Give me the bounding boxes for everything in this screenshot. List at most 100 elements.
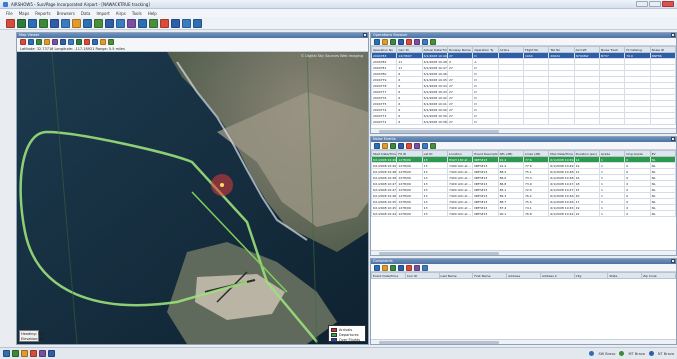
menu-file[interactable]: File [6, 11, 13, 16]
complaints-columns-icon[interactable] [414, 264, 420, 271]
table-cell [522, 118, 550, 125]
complaints-refresh-icon[interactable] [374, 264, 380, 271]
toolbar-button-icon[interactable] [6, 18, 15, 28]
grid-refresh-icon[interactable] [374, 38, 380, 45]
status-alert-icon[interactable] [30, 350, 37, 357]
complaints-export-icon[interactable] [390, 264, 396, 271]
measure-icon[interactable] [44, 39, 50, 45]
table-row[interactable]: 6/1/2008 10:44:471278/09137400 LOC at ..… [371, 210, 676, 217]
toolbar-button-icon[interactable] [171, 18, 180, 28]
arrivals-swatch [331, 327, 337, 332]
complaints_panel-column-header[interactable]: Address 2 [539, 272, 575, 279]
map-canvas[interactable]: © Digital Sky Sources Web Imaging Headin… [17, 52, 368, 344]
menu-import[interactable]: Import [96, 11, 109, 16]
toolbar-button-icon[interactable] [17, 18, 26, 28]
complaints-panel-close-button[interactable] [671, 259, 675, 263]
complaints-filter-icon[interactable] [382, 264, 388, 271]
operations-scroll-thumb[interactable] [379, 130, 499, 133]
noise-scroll-thumb[interactable] [379, 252, 499, 255]
noise-filter-icon[interactable] [382, 142, 388, 149]
menu-data[interactable]: Data [81, 11, 91, 16]
play-icon[interactable] [92, 39, 98, 45]
toolbar-button-icon[interactable] [149, 18, 158, 28]
map-toolbar [17, 38, 368, 46]
noise-chart-icon[interactable] [430, 142, 436, 149]
complaints_panel-column-header[interactable]: Zip Code [641, 272, 676, 279]
toolbar-button-icon[interactable] [127, 18, 136, 28]
toolbar-button-icon[interactable] [72, 18, 81, 28]
pause-icon[interactable] [100, 39, 106, 45]
menu-help[interactable]: Help [148, 11, 157, 16]
table-row[interactable]: 200477266/1/2008 10:38:3827D [371, 118, 676, 125]
status-noise-icon[interactable] [21, 350, 28, 357]
toolbar-button-icon[interactable] [50, 18, 59, 28]
toolbar-button-icon[interactable] [160, 18, 169, 28]
close-button[interactable] [662, 1, 674, 7]
status-bar: SW Bravo MT Bravo NT Bravo [0, 347, 677, 359]
noise-scrollbar[interactable] [371, 250, 676, 255]
toolbar-button-icon[interactable] [193, 18, 202, 28]
complaints_panel-column-header[interactable]: Last Name [438, 272, 474, 279]
status-track-icon[interactable] [12, 350, 19, 357]
status-settings-icon[interactable] [39, 350, 46, 357]
noise-refresh-icon[interactable] [374, 142, 380, 149]
operations-scrollbar[interactable] [371, 128, 676, 133]
menu-airps[interactable]: Airps [116, 11, 126, 16]
refresh-icon[interactable] [76, 39, 82, 45]
complaints_panel-column-header[interactable]: Address [506, 272, 541, 279]
toolbar-button-icon[interactable] [61, 18, 70, 28]
grid-print-icon[interactable] [398, 38, 404, 45]
complaints-scroll-thumb[interactable] [379, 341, 499, 344]
complaints_panel-column-header[interactable]: State [607, 272, 643, 279]
noise-columns-icon[interactable] [414, 142, 420, 149]
complaints_panel-column-header[interactable]: Event Date/Time [371, 272, 406, 279]
forward-icon[interactable] [108, 39, 114, 45]
maximize-button[interactable] [649, 1, 661, 7]
select-icon[interactable] [52, 39, 58, 45]
grid-filter-icon[interactable] [382, 38, 388, 45]
toolbar-button-icon[interactable] [116, 18, 125, 28]
toolbar-button-icon[interactable] [182, 18, 191, 28]
map-panel-close-button[interactable] [363, 33, 367, 37]
toolbar-button-icon[interactable] [39, 18, 48, 28]
complaints_panel-column-header[interactable]: City [573, 272, 609, 279]
record-icon[interactable] [84, 39, 90, 45]
minimize-button[interactable] [636, 1, 648, 7]
complaints-map-icon[interactable] [422, 264, 428, 271]
print-icon[interactable] [60, 39, 66, 45]
noise-events-body: 6/1/2008 10:49:141278/0913HIGH 130 at ..… [371, 156, 676, 217]
status-dot-icon [619, 351, 625, 356]
toolbar-button-icon[interactable] [83, 18, 92, 28]
operations-panel-close-button[interactable] [671, 33, 675, 37]
complaints-scrollbar[interactable] [371, 339, 676, 344]
noise-print-icon[interactable] [398, 142, 404, 149]
menu-reports[interactable]: Reports [35, 11, 50, 16]
toolbar-button-icon[interactable] [105, 18, 114, 28]
zoom-out-icon[interactable] [28, 39, 34, 45]
toolbar-button-icon[interactable] [94, 18, 103, 28]
complaints-print-icon[interactable] [398, 264, 404, 271]
noise-map-icon[interactable] [422, 142, 428, 149]
menu-browsers[interactable]: Browsers [57, 11, 75, 16]
grid-columns-icon[interactable] [414, 38, 420, 45]
grid-export-icon[interactable] [390, 38, 396, 45]
noise-panel-close-button[interactable] [671, 137, 675, 141]
complaints_panel-column-header[interactable]: First Name [472, 272, 508, 279]
grid-map-icon[interactable] [422, 38, 428, 45]
pan-icon[interactable] [36, 39, 42, 45]
grid-delete-icon[interactable] [406, 38, 412, 45]
menu-maps[interactable]: Maps [19, 11, 30, 16]
status-window-icon[interactable] [48, 350, 55, 357]
toolbar-button-icon[interactable] [28, 18, 37, 28]
status-map-icon[interactable] [3, 350, 10, 357]
grid-play-icon[interactable] [430, 38, 436, 45]
complaints_panel-column-header[interactable]: Carr ID [404, 272, 440, 279]
menu-tools[interactable]: Tools [132, 11, 142, 16]
noise-export-icon[interactable] [390, 142, 396, 149]
complaints-table: Event Date/Time Carr ID Last Name First Nam… [371, 272, 676, 279]
toolbar-button-icon[interactable] [138, 18, 147, 28]
noise-delete-icon[interactable] [406, 142, 412, 149]
zoom-in-icon[interactable] [20, 39, 26, 45]
complaints-delete-icon[interactable] [406, 264, 412, 271]
layers-icon[interactable] [68, 39, 74, 45]
